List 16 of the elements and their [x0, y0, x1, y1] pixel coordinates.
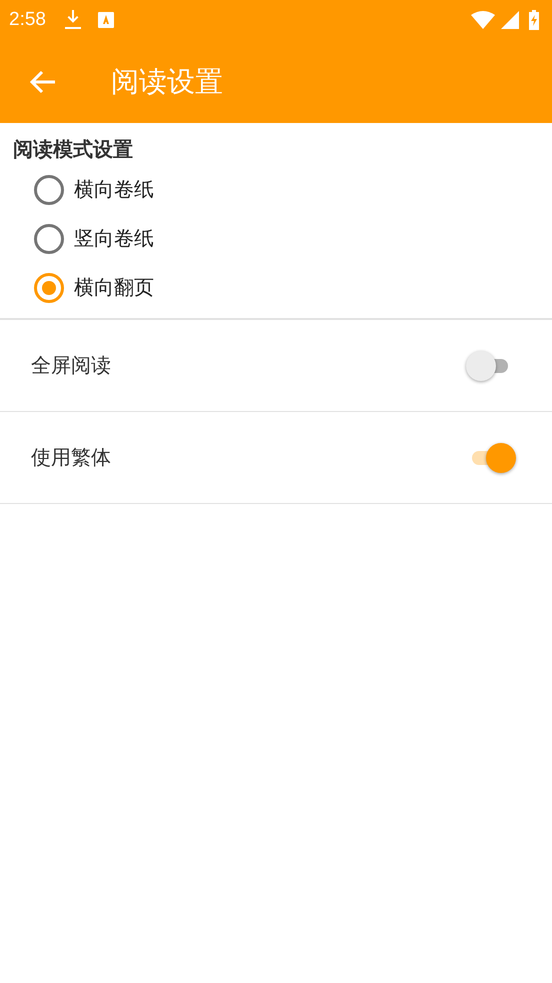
radio-label[interactable]: 横向卷纸: [74, 176, 154, 203]
app-notification-icon: [98, 12, 114, 28]
battery-icon: [528, 10, 540, 30]
setting-label: 全屏阅读: [31, 352, 112, 379]
radio-label[interactable]: 横向翻页: [74, 274, 154, 301]
page-title: 阅读设置: [111, 64, 223, 100]
setting-label: 使用繁体: [31, 444, 112, 471]
radio-button[interactable]: [34, 174, 64, 204]
wifi-icon: [471, 11, 495, 29]
radio-label[interactable]: 竖向卷纸: [74, 225, 154, 252]
signal-icon: [501, 11, 519, 29]
radio-button[interactable]: [34, 224, 64, 254]
status-time: 2:58: [9, 9, 46, 31]
section-title: 阅读模式设置: [13, 136, 133, 163]
radio-button[interactable]: [34, 272, 64, 302]
download-icon: [64, 10, 82, 30]
